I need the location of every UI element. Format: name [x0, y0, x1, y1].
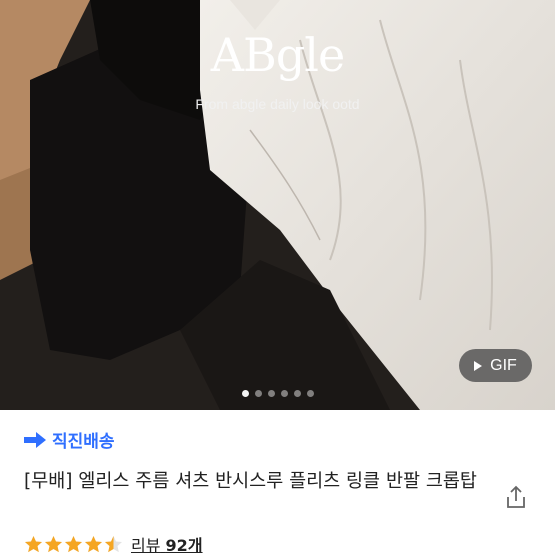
review-number: 92개 — [165, 536, 203, 555]
review-count[interactable]: 리뷰 92개 — [131, 532, 203, 556]
carousel-dot[interactable] — [267, 390, 275, 397]
shipping-label: 직진배송 — [52, 432, 115, 452]
carousel-dot[interactable] — [306, 390, 314, 397]
carousel-indicator — [0, 390, 555, 397]
brand-tagline: From abgle daily look ootd — [195, 96, 360, 112]
star-icon — [24, 535, 43, 552]
gif-label: GIF — [490, 356, 517, 374]
share-icon[interactable] — [503, 484, 529, 510]
product-image-carousel[interactable]: ABgle From abgle daily look ootd GIF — [0, 0, 555, 410]
star-icon — [104, 535, 123, 552]
carousel-dot[interactable] — [254, 390, 262, 397]
rating-row: 리뷰 92개 — [24, 532, 203, 556]
brand-logo: ABgle — [210, 28, 345, 82]
review-label: 리뷰 — [131, 536, 161, 555]
star-icon — [84, 535, 103, 552]
star-icon — [44, 535, 63, 552]
star-rating — [24, 535, 123, 554]
star-icon — [64, 535, 83, 552]
direct-shipping-badge: 직진배송 — [24, 427, 115, 452]
carousel-dot[interactable] — [280, 390, 288, 397]
product-title: [무배] 엘리스 주름 셔츠 반시스루 플리츠 링클 반팔 크롭탑 — [24, 471, 477, 492]
play-icon — [474, 360, 483, 371]
arrow-right-icon — [24, 431, 46, 448]
carousel-dot[interactable] — [241, 390, 249, 397]
carousel-dot[interactable] — [293, 390, 301, 397]
gif-play-button[interactable]: GIF — [459, 349, 532, 382]
